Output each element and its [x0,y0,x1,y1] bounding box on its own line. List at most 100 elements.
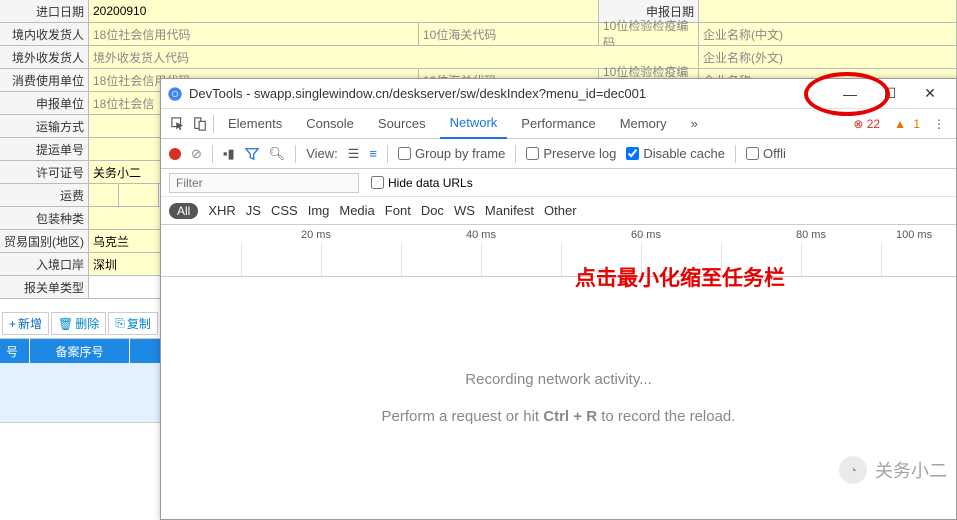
add-button[interactable]: +新增 [2,312,49,335]
separator [213,115,214,133]
type-css[interactable]: CSS [271,203,298,218]
type-img[interactable]: Img [308,203,330,218]
warn-count: 1 [913,117,920,131]
devtools-window: DevTools - swapp.singlewindow.cn/deskser… [160,78,957,520]
value-import-date[interactable]: 20200910 [89,0,599,22]
titlebar: DevTools - swapp.singlewindow.cn/deskser… [161,79,956,109]
form-row: 进口日期 20200910 申报日期 [0,0,957,23]
tab-memory[interactable]: Memory [610,109,677,139]
chrome-icon [167,86,183,102]
label-form-type: 报关单类型 [0,276,89,298]
grid-col-record: 备案序号 [30,339,130,363]
type-media[interactable]: Media [339,203,374,218]
type-ws[interactable]: WS [454,203,475,218]
network-toolbar: ⊘ ▪▮ 🔍︎ View: ☰ ≡ Group by frame Preserv… [161,139,956,169]
copy-button[interactable]: ⎘复制 [108,312,158,335]
timeline[interactable]: 20 ms 40 ms 60 ms 80 ms 100 ms [161,225,956,277]
error-badge[interactable]: ⊗ 22 [853,117,880,131]
label-domestic: 境内收发货人 [0,23,89,45]
inspect-icon[interactable] [169,113,187,135]
recording-message: Recording network activity... [465,371,651,388]
separator [387,145,388,163]
group-by-frame-checkbox[interactable]: Group by frame [398,146,505,161]
label-consumer: 消费使用单位 [0,69,89,91]
record-button[interactable] [169,148,181,160]
offline-checkbox[interactable]: Offli [746,146,786,161]
del-label: 删除 [75,315,99,332]
device-icon[interactable] [191,113,209,135]
separator [212,145,213,163]
search-icon[interactable]: 🔍︎ [269,146,286,162]
type-all[interactable]: All [169,203,198,219]
maximize-button[interactable]: ☐ [870,80,910,108]
ph-credit-code[interactable]: 18位社会信用代码 [89,23,419,45]
tick: 80 ms [796,229,826,241]
label-declare-unit: 申报单位 [0,92,89,114]
disable-cache-checkbox[interactable]: Disable cache [626,146,725,161]
label-trade-country: 贸易国别(地区) [0,230,89,252]
separator [735,145,736,163]
label-bill: 提运单号 [0,138,89,160]
type-other[interactable]: Other [544,203,577,218]
input[interactable] [89,184,119,206]
type-doc[interactable]: Doc [421,203,444,218]
type-manifest[interactable]: Manifest [485,203,534,218]
type-filter-bar: All XHR JS CSS Img Media Font Doc WS Man… [161,197,956,225]
preserve-log-checkbox[interactable]: Preserve log [526,146,616,161]
preserve-label: Preserve log [543,146,616,161]
hint-message: Perform a request or hit Ctrl + R to rec… [382,408,736,425]
type-xhr[interactable]: XHR [208,203,235,218]
tick: 100 ms [896,229,932,241]
input[interactable] [119,184,159,206]
close-button[interactable]: ✕ [910,80,950,108]
tab-sources[interactable]: Sources [368,109,436,139]
tick: 60 ms [631,229,661,241]
wechat-icon: ◔ [839,456,867,484]
devtools-tabbar: Elements Console Sources Network Perform… [161,109,956,139]
trash-icon: 🗑 [58,317,73,331]
tabs-overflow[interactable]: » [681,109,708,139]
label-overseas: 境外收发货人 [0,46,89,68]
delete-button[interactable]: 🗑删除 [51,312,106,335]
group-label: Group by frame [415,146,505,161]
ph-name-foreign[interactable]: 企业名称(外文) [699,46,957,68]
warn-badge[interactable]: ▲ 1 [890,117,920,131]
label-freight: 运费 [0,184,89,206]
plus-icon: + [9,317,16,331]
clear-icon[interactable]: ⊘ [191,146,202,162]
hint-post: to record the reload. [597,408,735,425]
form-row: 境内收发货人 18位社会信用代码 10位海关代码 10位检验检疫编码 企业名称(… [0,23,957,46]
disable-label: Disable cache [643,146,725,161]
window-title: DevTools - swapp.singlewindow.cn/deskser… [189,86,830,101]
hint-key: Ctrl + R [543,408,597,425]
label-import-date: 进口日期 [0,0,89,22]
watermark: ◔ 关务小二 [839,456,947,484]
tick: 20 ms [301,229,331,241]
ph-name-cn[interactable]: 企业名称(中文) [699,23,957,45]
type-font[interactable]: Font [385,203,411,218]
type-js[interactable]: JS [246,203,261,218]
hide-urls-checkbox[interactable]: Hide data URLs [371,176,473,190]
kebab-icon[interactable]: ⋮ [930,113,948,135]
filter-bar: Hide data URLs [161,169,956,197]
tab-console[interactable]: Console [296,109,364,139]
tab-performance[interactable]: Performance [511,109,605,139]
ph-customs-code[interactable]: 10位海关代码 [419,23,599,45]
tab-network[interactable]: Network [440,109,508,139]
filter-icon[interactable] [245,147,259,161]
list-view-icon[interactable]: ☰ [348,146,360,162]
camera-icon[interactable]: ▪▮ [223,146,235,162]
network-body: Recording network activity... Perform a … [161,277,956,519]
filter-input[interactable] [169,173,359,193]
copy-label: 复制 [127,315,151,332]
value-declare-date[interactable] [699,0,957,22]
grid-col-num: 号 [0,339,30,363]
tick: 40 ms [466,229,496,241]
tab-elements[interactable]: Elements [218,109,292,139]
waterfall-view-icon[interactable]: ≡ [369,146,377,161]
minimize-button[interactable]: — [830,80,870,108]
ph-quarantine[interactable]: 10位检验检疫编码 [599,23,699,45]
error-count: 22 [867,117,880,131]
view-label: View: [306,146,338,161]
label-packing: 包装种类 [0,207,89,229]
